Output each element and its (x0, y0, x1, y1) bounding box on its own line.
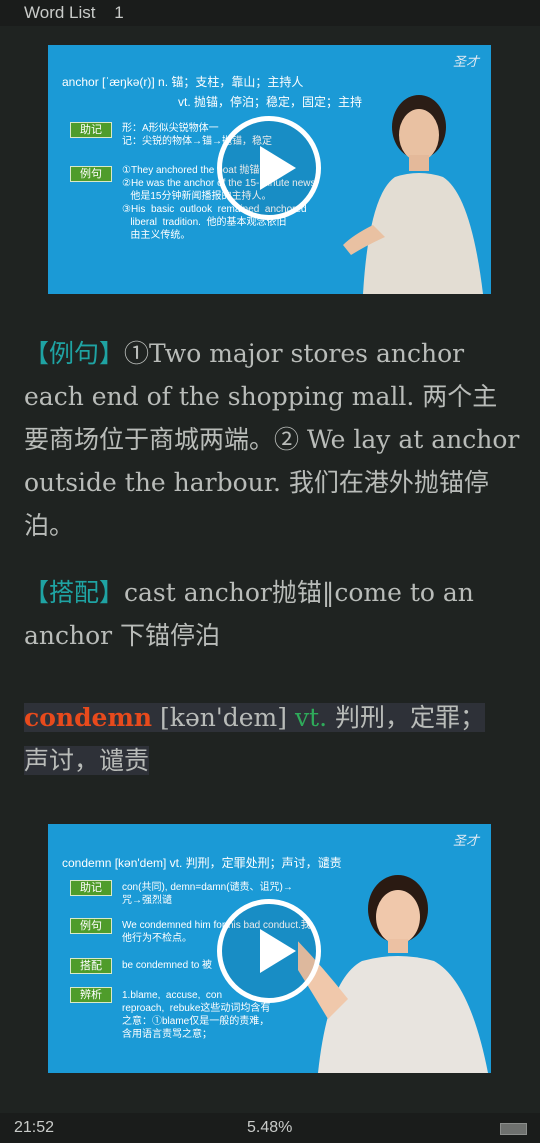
slide-tag-memory: 助记 (70, 122, 112, 138)
definition-line2: 声讨，谴责 (24, 746, 150, 775)
phonetic: [kən'dem] (160, 703, 287, 732)
definition-line1: 判刑，定罪； (335, 703, 486, 732)
condemn-headword-block[interactable]: condemn [kən'dem] vt. 判刑，定罪； 声讨，谴责 (24, 696, 520, 782)
brand-logo: 圣才 (452, 55, 479, 70)
slide-tag-example: 例句 (70, 918, 112, 934)
slide-tag-collocation: 搭配 (70, 958, 112, 974)
battery-icon (500, 1123, 527, 1135)
presenter-image (298, 875, 488, 1073)
word-count: 1 (114, 3, 124, 22)
slide-tag-memory: 助记 (70, 880, 112, 896)
video-player-condemn[interactable]: 圣才 condemn [kən'dem] vt. 判刑，定罪处刑；声讨，谴责 助… (48, 824, 491, 1073)
play-icon[interactable] (217, 899, 321, 1003)
anchor-example-paragraph: 【例句】①Two major stores anchor each end of… (24, 332, 520, 547)
example-label: 【例句】 (24, 339, 125, 368)
brand-logo: 圣才 (452, 834, 479, 849)
page-title: Word List (24, 3, 96, 22)
video-player-anchor[interactable]: 圣才 anchor [ˈæŋkə(r)] n. 锚；支柱，靠山；主持人 vt. … (48, 45, 491, 294)
headword: condemn (24, 703, 153, 732)
top-bar: Word List 1 (0, 0, 540, 26)
slide-collocation-text: be condemned to 被 (122, 960, 213, 971)
slide-headline: anchor [ˈæŋkə(r)] n. 锚；支柱，靠山；主持人 (62, 75, 304, 89)
status-bar: 21:52 5.48% (0, 1113, 540, 1143)
example-text: ①Two major stores anchor each end of the… (24, 339, 520, 540)
clock: 21:52 (14, 1119, 55, 1136)
slide-tag-example: 例句 (70, 166, 112, 182)
play-icon[interactable] (217, 116, 321, 220)
presenter-image (343, 95, 483, 294)
slide-tag-analysis: 辨析 (70, 987, 112, 1003)
anchor-collocation-paragraph: 【搭配】cast anchor抛锚‖come to an anchor 下锚停泊 (24, 571, 520, 657)
reading-progress: 5.48% (247, 1119, 293, 1136)
collocation-label: 【搭配】 (24, 578, 125, 607)
part-of-speech: vt. (294, 703, 328, 732)
